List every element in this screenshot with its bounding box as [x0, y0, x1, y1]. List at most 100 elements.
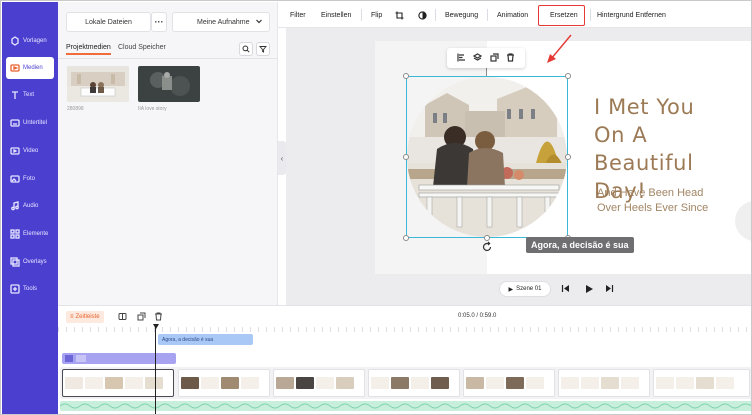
next-button[interactable] [605, 284, 614, 295]
nav-item-elemente[interactable]: Elemente [6, 223, 54, 245]
crop-button[interactable] [395, 2, 404, 28]
subtitle-clip[interactable]: Agora, a decisão é sua [158, 334, 253, 345]
overlay-clip[interactable] [62, 353, 176, 364]
audio-icon [10, 201, 20, 211]
scene-clip[interactable] [273, 369, 365, 397]
play-small-icon: ▶ [508, 286, 514, 293]
media-panel: Lokale Dateien ··· Meine Aufnahme Projek… [58, 2, 278, 305]
nav-label: Elemente [23, 231, 49, 237]
elements-icon [10, 229, 20, 239]
scene-clip[interactable] [62, 369, 174, 397]
media-thumbnail[interactable] [67, 66, 129, 102]
nav-label: Vorlagen [23, 38, 47, 44]
toolbar-divider [435, 9, 436, 21]
media-thumbnail[interactable] [138, 66, 200, 102]
clip-thumbnail [181, 377, 199, 389]
clip-thumbnail [201, 377, 219, 389]
clip-thumbnail [391, 377, 409, 389]
nav-item-medien[interactable]: Medien [6, 57, 54, 79]
highlight-box [538, 5, 585, 26]
resize-handle[interactable] [403, 154, 409, 160]
animation-menu-button[interactable]: Animation [497, 2, 528, 28]
more-options-button[interactable]: ··· [151, 12, 167, 32]
nav-label: Untertitel [23, 120, 48, 126]
search-button[interactable] [239, 42, 253, 56]
clip-thumbnail [296, 377, 314, 389]
timeline-ruler[interactable] [58, 327, 751, 332]
nav-item-video[interactable]: Video [6, 140, 54, 162]
nav-label: Video [23, 148, 39, 154]
playhead-marker[interactable] [153, 324, 159, 329]
resize-handle[interactable] [565, 154, 571, 160]
align-button[interactable] [457, 53, 466, 64]
nav-item-untertitel[interactable]: Untertitel [6, 112, 54, 134]
delete-button[interactable] [506, 52, 515, 64]
skip-back-icon [561, 285, 569, 292]
clip-thumbnail [716, 377, 734, 389]
toolbar-divider [590, 9, 591, 21]
clip-thumbnail [621, 377, 639, 389]
duplicate-button[interactable] [490, 52, 499, 64]
tab-project-media[interactable]: Projektmedien [66, 44, 111, 55]
clip-thumbnail [696, 377, 714, 389]
thumb-label: IIA love story [138, 106, 167, 112]
play-button[interactable] [584, 284, 594, 296]
resize-handle[interactable] [403, 235, 409, 241]
split-icon[interactable] [118, 312, 127, 321]
filter-menu-button[interactable]: Filter [290, 2, 306, 28]
motion-menu-button[interactable]: Bewegung [445, 2, 478, 28]
nav-item-foto[interactable]: Foto [6, 168, 54, 190]
scene-selector[interactable]: ▶ Szene 01 [499, 281, 551, 297]
copy-icon[interactable] [137, 312, 146, 321]
clip-thumbnail [371, 377, 389, 389]
filter-button[interactable] [256, 42, 270, 56]
clip-thumbnail [105, 377, 123, 389]
timeline-toggle[interactable]: ≡ Zeitleiste [66, 311, 104, 323]
trash-icon[interactable] [154, 312, 163, 321]
adjust-menu-button[interactable]: Einstellen [321, 2, 351, 28]
collapse-panel-handle[interactable]: ‹ [278, 141, 286, 175]
clip-thumbnail [656, 377, 674, 389]
remove-background-button[interactable]: Hintergrund Entfernen [597, 2, 666, 28]
nav-item-text[interactable]: Text [6, 84, 54, 106]
flip-menu-button[interactable]: Flip [371, 2, 382, 28]
playhead[interactable] [155, 327, 156, 414]
arrow-icon [547, 34, 572, 63]
timeline-icon: ≡ [70, 314, 74, 320]
nav-item-tools[interactable]: Tools [6, 278, 54, 300]
slide-subtitle[interactable]: And Have Been Head Over Heels Ever Since [597, 186, 708, 216]
templates-icon [10, 36, 20, 46]
layers-icon [473, 52, 483, 61]
nav-item-audio[interactable]: Audio [6, 195, 54, 217]
photo-icon [10, 174, 20, 184]
local-files-button[interactable]: Lokale Dateien [66, 12, 151, 32]
nav-item-vorlagen[interactable]: Vorlagen [6, 30, 54, 52]
scene-clip[interactable] [558, 369, 650, 397]
thumb-label: 280898 [67, 106, 84, 112]
clip-thumbnail [125, 377, 143, 389]
scene-clip[interactable] [653, 369, 750, 397]
subtitle-caption[interactable]: Agora, a decisão é sua [526, 237, 634, 253]
play-icon [586, 285, 593, 293]
nav-item-overlays[interactable]: Overlays [6, 251, 54, 273]
clip-thumbnail [431, 377, 449, 389]
resize-handle[interactable] [403, 73, 409, 79]
scene-clip[interactable] [463, 369, 555, 397]
tab-cloud-storage[interactable]: Cloud Speicher [118, 44, 166, 51]
scene-clip[interactable] [178, 369, 270, 397]
previous-button[interactable] [561, 284, 570, 295]
nav-label: Tools [23, 286, 38, 292]
subtitles-icon [10, 118, 20, 128]
music-track[interactable] [60, 401, 751, 411]
tools-icon [10, 284, 20, 294]
rotate-icon[interactable] [481, 241, 493, 253]
resize-handle[interactable] [565, 73, 571, 79]
element-quick-toolbar [447, 48, 525, 68]
crop-icon [395, 11, 404, 19]
my-recording-dropdown[interactable]: Meine Aufnahme [172, 12, 270, 32]
layers-button[interactable] [473, 52, 483, 64]
clip-thumbnail [241, 377, 259, 389]
title-line: On A [594, 123, 648, 147]
scene-clip[interactable] [368, 369, 460, 397]
color-adjust-button[interactable] [418, 2, 427, 28]
